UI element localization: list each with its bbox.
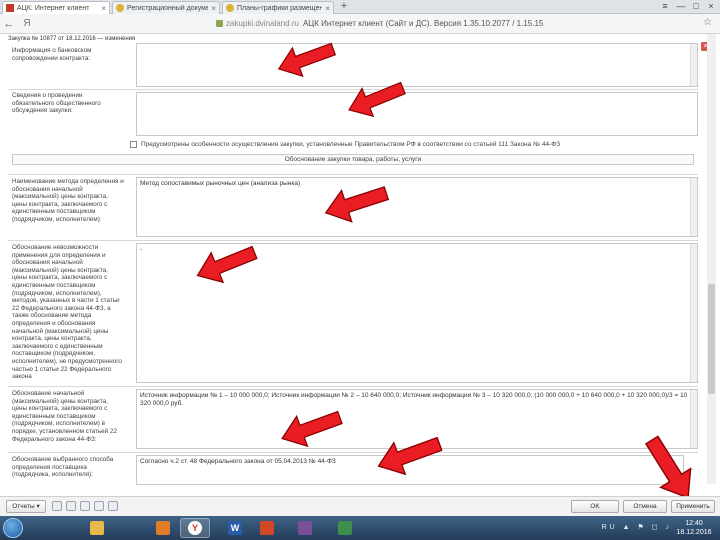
- emblem-favicon-icon: [226, 4, 234, 12]
- reports-dropdown-button[interactable]: Отчеты ▾: [6, 500, 46, 513]
- lock-icon: [216, 20, 223, 27]
- page-scrollbar-thumb[interactable]: [708, 284, 715, 394]
- attach-icon[interactable]: [94, 501, 104, 511]
- menu-icon[interactable]: ≡: [658, 1, 672, 11]
- special-conditions-checkbox[interactable]: [130, 141, 137, 148]
- new-tab-button[interactable]: +: [337, 0, 351, 12]
- clock-date: 18.12.2016: [676, 529, 712, 536]
- page-scrollbar[interactable]: [707, 34, 716, 484]
- emblem-favicon-icon: [116, 4, 124, 12]
- taskbar-app-viewer[interactable]: [330, 518, 360, 538]
- taskbar-app-ppt[interactable]: [252, 518, 282, 538]
- folder-icon: [90, 521, 104, 535]
- back-button[interactable]: ←: [0, 18, 18, 30]
- maximize-button[interactable]: □: [689, 1, 703, 11]
- media-player-icon: [156, 521, 170, 535]
- field-label: Обоснование выбранного способа определен…: [12, 456, 114, 479]
- lock-icon[interactable]: [52, 501, 62, 511]
- special-conditions-checkbox-row[interactable]: Предусмотрены особенности осуществления …: [130, 141, 560, 148]
- browser-tab-strip: АЦК: Интернет клиент × Регистрационный д…: [0, 0, 720, 14]
- field-scrollbar[interactable]: [690, 44, 697, 86]
- section-header: Обоснование закупки товара, работы, услу…: [12, 154, 694, 165]
- yandex-logo-icon[interactable]: Я: [18, 18, 36, 29]
- start-button[interactable]: [3, 518, 23, 538]
- minimize-button[interactable]: —: [674, 1, 688, 11]
- page-title: АЦК Интернет клиент (Сайт и ДС). Версия …: [302, 19, 544, 28]
- taskbar-app-explorer[interactable]: [82, 518, 112, 538]
- tab-label: Планы-графики размещения: [237, 4, 323, 12]
- price-method-field[interactable]: Метод сопоставимых рыночных цен (анализа…: [136, 177, 698, 237]
- field-label: Сведения о проведении обязательного обще…: [12, 92, 101, 115]
- tab-close-icon[interactable]: ×: [208, 4, 216, 13]
- taskbar-app-word[interactable]: W: [220, 518, 250, 538]
- copy-icon[interactable]: [80, 501, 90, 511]
- archive-icon: [298, 521, 312, 535]
- field-scrollbar[interactable]: [690, 244, 697, 382]
- document-icon[interactable]: [66, 501, 76, 511]
- word-icon: W: [228, 521, 242, 535]
- presentation-icon: [260, 521, 274, 535]
- ack-favicon-icon: [6, 4, 14, 12]
- yandex-browser-icon: Y: [188, 521, 202, 535]
- form-page: Закупка № 10877 от 18.12.2016 — изменени…: [0, 34, 720, 499]
- taskbar-app-archive[interactable]: [290, 518, 320, 538]
- clock-time: 12:40: [685, 520, 703, 527]
- bank-support-field[interactable]: [136, 43, 698, 87]
- tab-plans[interactable]: Планы-графики размещения ×: [222, 1, 334, 14]
- form-footer: Отчеты ▾ OK Отмена Применить: [0, 496, 720, 516]
- address-bar: ← Я zakupki.dvinaland.ru АЦК Интернет кл…: [0, 14, 720, 34]
- field-scrollbar[interactable]: [690, 390, 697, 448]
- field-label: Наименование метода определения и обосно…: [12, 178, 124, 223]
- bookmark-star-icon[interactable]: ☆: [703, 17, 712, 28]
- field-row-method-choice: Обоснование выбранного способа определен…: [8, 452, 698, 486]
- purchase-title: Закупка № 10877 от 18.12.2016 — изменени…: [8, 36, 136, 42]
- tab-close-icon[interactable]: ×: [98, 4, 106, 13]
- windows-taskbar: Y W RU ▲ ⚑ ◻ ♪ 12:40 18.12.2016: [0, 516, 720, 540]
- field-label: Обоснование невозможности применения для…: [12, 244, 122, 381]
- taskbar-clock[interactable]: 12:40 18.12.2016: [674, 519, 714, 537]
- cancel-button[interactable]: Отмена: [623, 500, 667, 513]
- system-tray[interactable]: RU ▲ ⚑ ◻ ♪: [602, 523, 672, 531]
- close-window-button[interactable]: ×: [704, 1, 718, 11]
- tab-label: АЦК: Интернет клиент: [17, 4, 90, 12]
- apply-button[interactable]: Применить: [671, 500, 715, 513]
- field-row-method-justification: Обоснование невозможности применения для…: [8, 240, 698, 384]
- image-viewer-icon: [338, 521, 352, 535]
- tab-ack-client[interactable]: АЦК: Интернет клиент ×: [2, 1, 110, 14]
- url-text[interactable]: zakupki.dvinaland.ru: [226, 19, 299, 28]
- field-row-bank-support: Информация о банковском сопровождении ко…: [8, 43, 698, 88]
- save-icon[interactable]: [108, 501, 118, 511]
- field-scrollbar[interactable]: [690, 178, 697, 236]
- tab-label: Регистрационный документ: [127, 4, 209, 12]
- public-discussion-field[interactable]: [136, 92, 698, 136]
- tab-registration[interactable]: Регистрационный документ ×: [112, 1, 220, 14]
- field-row-price-justification: Обоснование начальной (максимальной) цен…: [8, 386, 698, 450]
- taskbar-app-media[interactable]: [148, 518, 178, 538]
- checkbox-label: Предусмотрены особенности осуществления …: [141, 141, 561, 148]
- taskbar-app-yandex[interactable]: Y: [180, 518, 210, 538]
- ok-button[interactable]: OK: [571, 500, 619, 513]
- tab-close-icon[interactable]: ×: [322, 4, 330, 13]
- field-label: Обоснование начальной (максимальной) цен…: [12, 390, 117, 443]
- field-label: Информация о банковском сопровождении ко…: [12, 47, 92, 62]
